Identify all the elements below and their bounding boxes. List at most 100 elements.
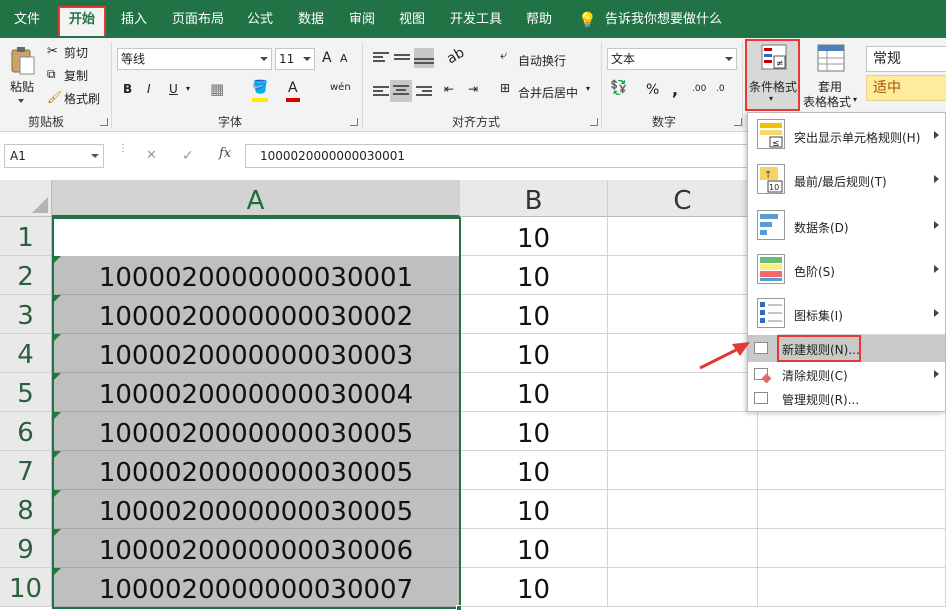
shrink-font-button[interactable]: A — [340, 52, 348, 65]
decrease-indent-icon[interactable]: ⇤ — [444, 82, 454, 96]
cell-c[interactable] — [608, 295, 758, 334]
align-middle-icon[interactable] — [394, 50, 410, 64]
column-header-b[interactable]: B — [460, 180, 608, 217]
insert-function-icon[interactable]: fx — [219, 146, 231, 161]
borders-icon[interactable]: ▦ — [210, 80, 224, 98]
bold-button[interactable]: B — [123, 82, 132, 96]
row-header[interactable]: 5 — [0, 373, 52, 412]
underline-dropdown-icon[interactable]: ▾ — [186, 84, 190, 93]
comma-button[interactable]: , — [672, 80, 678, 99]
cell-b[interactable]: 10 — [460, 256, 608, 295]
align-bottom-icon[interactable] — [414, 48, 434, 68]
cell-a[interactable]: 1000020000000030002 — [52, 295, 460, 334]
currency-icon[interactable]: 💱 — [610, 80, 627, 96]
number-launcher-icon[interactable] — [734, 118, 742, 126]
cell-a[interactable]: 1000020000000030006 — [52, 529, 460, 568]
font-launcher-icon[interactable] — [350, 118, 358, 126]
format-as-table-icon[interactable] — [817, 44, 845, 72]
orientation-icon[interactable]: ab — [444, 45, 467, 68]
fill-handle[interactable] — [456, 605, 462, 611]
cell-b[interactable]: 10 — [460, 490, 608, 529]
underline-button[interactable]: U — [169, 82, 178, 96]
tab-view[interactable]: 视图 — [399, 0, 425, 38]
font-size-combo[interactable]: 11 — [275, 48, 315, 70]
menu-item-data-bars[interactable]: 数据条(D) — [748, 203, 945, 247]
increase-decimal-button[interactable]: .00 — [692, 84, 706, 94]
cell-a[interactable]: 1000020000000030005 — [52, 412, 460, 451]
tab-review[interactable]: 审阅 — [349, 0, 375, 38]
cell-b[interactable]: 10 — [460, 412, 608, 451]
column-header-a[interactable]: A — [52, 180, 460, 217]
align-left-icon[interactable] — [373, 84, 389, 98]
paste-dropdown-arrow-icon[interactable] — [18, 99, 24, 103]
tab-developer[interactable]: 开发工具 — [450, 0, 502, 38]
increase-indent-icon[interactable]: ⇥ — [468, 82, 478, 96]
menu-item-color-scales[interactable]: 色阶(S) — [748, 247, 945, 291]
row-header[interactable]: 9 — [0, 529, 52, 568]
wrap-text-button[interactable]: 自动换行 — [518, 52, 566, 69]
name-box[interactable]: A1 — [4, 144, 104, 168]
alignment-launcher-icon[interactable] — [590, 118, 598, 126]
menu-item-clear-rules[interactable]: 清除规则(C) — [748, 363, 945, 387]
cell-a[interactable]: 1000020000000030001 — [52, 256, 460, 295]
phonetic-guide-button[interactable]: wén — [330, 82, 351, 93]
cell-b[interactable]: 10 — [460, 451, 608, 490]
row-header[interactable]: 2 — [0, 256, 52, 295]
cell-d[interactable] — [758, 490, 946, 529]
copy-button[interactable]: 复制 — [64, 67, 88, 84]
grow-font-button[interactable]: A — [322, 50, 332, 66]
cell-b[interactable]: 10 — [460, 373, 608, 412]
cell-c[interactable] — [608, 373, 758, 412]
align-top-icon[interactable] — [373, 50, 389, 64]
merge-center-button[interactable]: 合并后居中 — [518, 84, 578, 101]
format-painter-button[interactable]: 格式刷 — [64, 90, 100, 107]
cell-b[interactable]: 10 — [460, 529, 608, 568]
tell-me-search[interactable]: 告诉我你想要做什么 — [605, 0, 722, 38]
paste-button[interactable]: 粘贴 — [10, 78, 34, 95]
row-header[interactable]: 10 — [0, 568, 52, 607]
decrease-decimal-icon[interactable]: .0 — [716, 84, 725, 94]
number-format-combo[interactable]: 文本 — [607, 48, 737, 70]
font-color-icon[interactable]: A — [288, 80, 298, 96]
enter-icon[interactable]: ✓ — [182, 148, 194, 164]
font-name-combo[interactable]: 等线 — [117, 48, 272, 70]
cell-b[interactable]: 10 — [460, 217, 608, 256]
menu-item-highlight-rules[interactable]: ≤ 突出显示单元格规则(H) — [748, 113, 945, 157]
row-header[interactable]: 6 — [0, 412, 52, 451]
italic-button[interactable]: I — [147, 82, 151, 96]
splitter-dots-icon[interactable]: ⋮ — [118, 144, 128, 154]
tab-file[interactable]: 文件 — [14, 0, 40, 38]
tab-insert[interactable]: 插入 — [121, 0, 147, 38]
cell-d[interactable] — [758, 529, 946, 568]
conditional-format-button[interactable]: ≠ 条件格式 ▾ — [745, 39, 800, 111]
row-header[interactable]: 1 — [0, 217, 52, 256]
select-all-corner[interactable] — [0, 180, 52, 217]
cell-a[interactable]: 1000020000000030005 — [52, 451, 460, 490]
row-header[interactable]: 7 — [0, 451, 52, 490]
cell-c[interactable] — [608, 256, 758, 295]
cut-button[interactable]: 剪切 — [64, 44, 88, 61]
merge-dropdown-icon[interactable]: ▾ — [586, 84, 590, 93]
cell-c[interactable] — [608, 568, 758, 607]
menu-item-manage-rules[interactable]: 管理规则(R)... — [748, 387, 945, 411]
menu-item-icon-sets[interactable]: 图标集(I) — [748, 291, 945, 335]
tab-help[interactable]: 帮助 — [526, 0, 552, 38]
style-normal[interactable]: 常规 — [866, 46, 946, 72]
clipboard-launcher-icon[interactable] — [100, 118, 108, 126]
cell-c[interactable] — [608, 217, 758, 256]
row-header[interactable]: 4 — [0, 334, 52, 373]
column-header-c[interactable]: C — [608, 180, 758, 217]
tab-formulas[interactable]: 公式 — [247, 0, 273, 38]
row-header[interactable]: 8 — [0, 490, 52, 529]
align-center-icon[interactable] — [390, 80, 412, 102]
cell-b[interactable]: 10 — [460, 334, 608, 373]
cell-a[interactable]: 1000020000000030007 — [52, 568, 460, 607]
style-neutral[interactable]: 适中 — [866, 75, 946, 101]
cell-c[interactable] — [608, 412, 758, 451]
cell-c[interactable] — [608, 529, 758, 568]
cell-b[interactable]: 10 — [460, 568, 608, 607]
paste-icon[interactable] — [10, 46, 36, 76]
cell-a[interactable]: 1000020000000030003 — [52, 334, 460, 373]
cell-c[interactable] — [608, 490, 758, 529]
menu-item-new-rule[interactable]: 新建规则(N)... — [748, 335, 945, 362]
